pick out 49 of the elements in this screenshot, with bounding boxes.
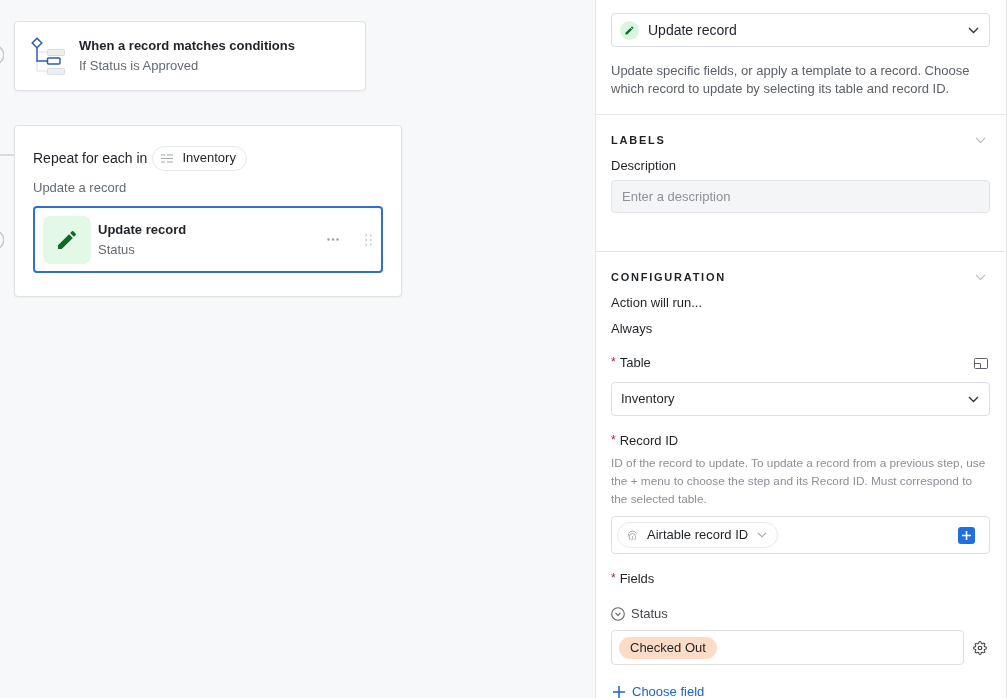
table-chip[interactable]: Inventory <box>152 145 247 171</box>
field-label: Description <box>611 157 678 175</box>
action-type-dropdown[interactable]: Update record <box>611 13 990 47</box>
choose-field-link[interactable]: Choose field <box>611 682 705 698</box>
card-title: When a record matches conditions <box>79 37 295 55</box>
help-text: ID of the record to update. To update a record from a previous step, use the + menu to choose the step and its Record ID. Must correspond to the selected table. <box>611 455 987 508</box>
repeat-label: Repeat for each in <box>33 148 148 168</box>
chevron-down-icon <box>968 26 979 34</box>
record-id-chip[interactable]: Airtable record ID <box>617 522 779 548</box>
section-heading: LABELS <box>611 132 666 148</box>
repeat-card[interactable]: Repeat for each in Inventory Update a record Update record Status <box>14 125 402 297</box>
branch-icon <box>31 37 66 75</box>
pencil-icon <box>620 20 639 40</box>
chevron-down-icon <box>968 395 979 403</box>
required-mark: * <box>611 434 616 446</box>
card-subtitle: Status <box>98 240 136 259</box>
plus-icon[interactable] <box>958 526 975 544</box>
group-label: Update a record <box>33 179 128 197</box>
field-label: Table <box>619 354 651 373</box>
plus-icon <box>613 685 625 698</box>
drag-handle-icon[interactable] <box>365 233 372 246</box>
list-icon <box>161 153 174 163</box>
chevron-down-icon <box>757 532 768 538</box>
chevron-circle-icon[interactable] <box>611 607 625 621</box>
field-value-input[interactable]: Checked Out <box>611 630 964 665</box>
field-label: Fields <box>619 570 655 589</box>
card-title: Update record <box>98 220 188 239</box>
required-mark: * <box>611 572 616 584</box>
required-mark: * <box>611 356 616 368</box>
pencil-icon <box>43 215 91 264</box>
record-id-field[interactable]: Airtable record ID <box>611 516 990 554</box>
action-description: Update specific fields, or apply a template to a record. Choose which record to update by selecting its table and record ID. <box>611 62 971 98</box>
more-icon[interactable] <box>327 238 339 241</box>
option-chip: Checked Out <box>619 636 717 659</box>
description-input[interactable]: Enter a description <box>611 180 990 213</box>
field-value: Always <box>611 320 654 338</box>
settings-icon[interactable] <box>973 640 987 655</box>
section-heading: CONFIGURATION <box>611 269 726 285</box>
table-select[interactable]: Inventory <box>611 382 990 416</box>
card-subtitle: If Status is Approved <box>79 57 200 75</box>
fingerprint-icon <box>627 529 638 541</box>
trigger-card[interactable]: When a record matches conditions If Status is Approved <box>14 21 366 91</box>
field-label: Record ID <box>619 432 679 451</box>
field-label: Action will run... <box>611 294 704 312</box>
node-handle-icon <box>0 44 4 66</box>
action-card[interactable]: Update record Status <box>33 206 383 273</box>
window-icon[interactable] <box>974 357 988 369</box>
node-handle-icon <box>0 229 4 251</box>
field-name: Status <box>631 605 668 624</box>
